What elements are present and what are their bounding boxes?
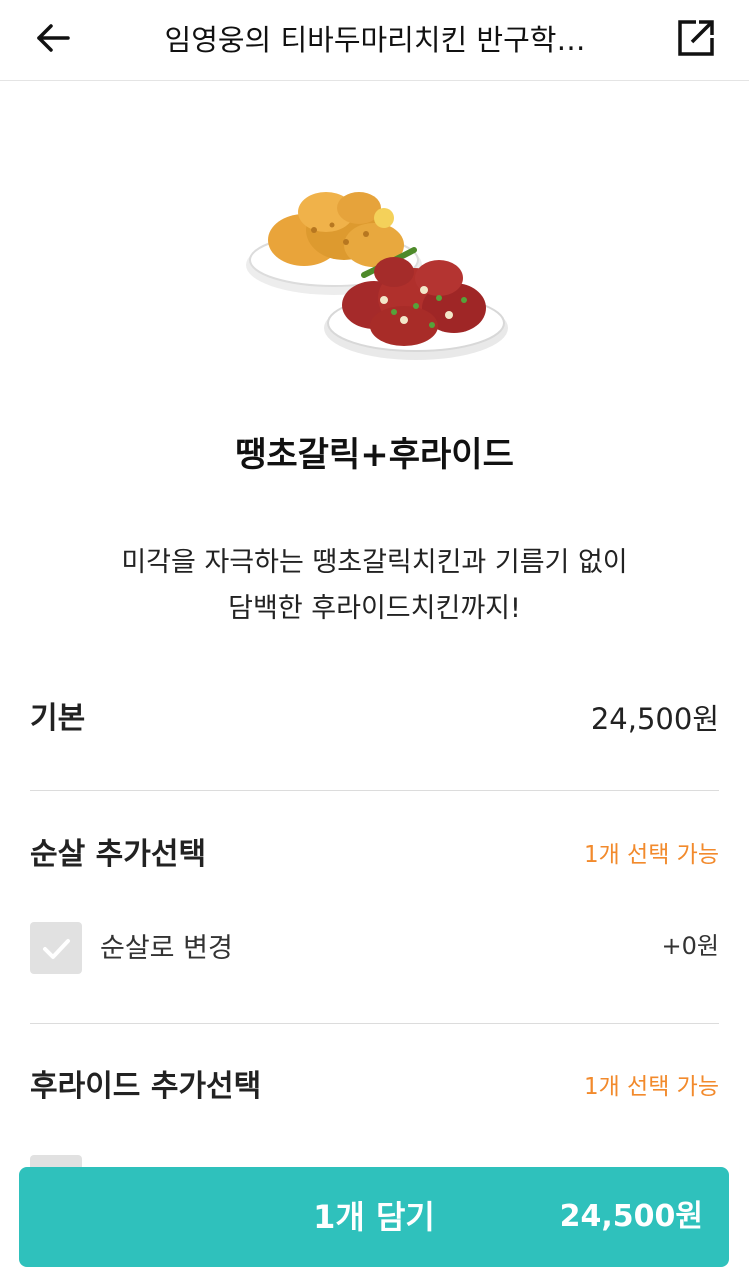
arrow-left-icon <box>37 24 70 52</box>
share-button[interactable] <box>672 14 720 62</box>
add-to-cart-button[interactable]: 1개 담기 24,500원 <box>19 1167 729 1267</box>
section-title-fried: 후라이드 추가선택 <box>30 1069 262 1104</box>
option-price-boneless: +0원 <box>661 932 719 960</box>
base-price: 24,500원 <box>590 702 719 736</box>
back-button[interactable] <box>30 16 78 64</box>
divider <box>30 1023 719 1024</box>
product-image <box>234 130 516 412</box>
check-icon <box>43 939 70 959</box>
option-label-boneless[interactable]: 순살로 변경 <box>100 928 233 970</box>
section-title-boneless: 순살 추가선택 <box>30 837 207 872</box>
product-description-line-2: 담백한 후라이드치킨까지! <box>228 593 521 624</box>
option-checkbox-boneless[interactable] <box>30 922 82 974</box>
top-app-bar: 임영웅의 티바두마리치킨 반구학… <box>0 0 749 81</box>
external-link-icon <box>678 20 714 56</box>
section-limit-fried: 1개 선택 가능 <box>583 1074 719 1100</box>
page-title: 임영웅의 티바두마리치킨 반구학… <box>164 23 586 57</box>
add-to-cart-price: 24,500원 <box>559 1199 703 1234</box>
product-description-line-1: 미각을 자극하는 땡초갈릭치킨과 기름기 없이 <box>121 547 628 578</box>
divider <box>30 790 719 791</box>
product-description: 미각을 자극하는 땡초갈릭치킨과 기름기 없이 담백한 후라이드치킨까지! <box>0 540 749 632</box>
section-limit-boneless: 1개 선택 가능 <box>583 842 719 868</box>
base-label: 기본 <box>30 701 86 736</box>
product-name: 땡초갈릭+후라이드 <box>235 435 514 475</box>
